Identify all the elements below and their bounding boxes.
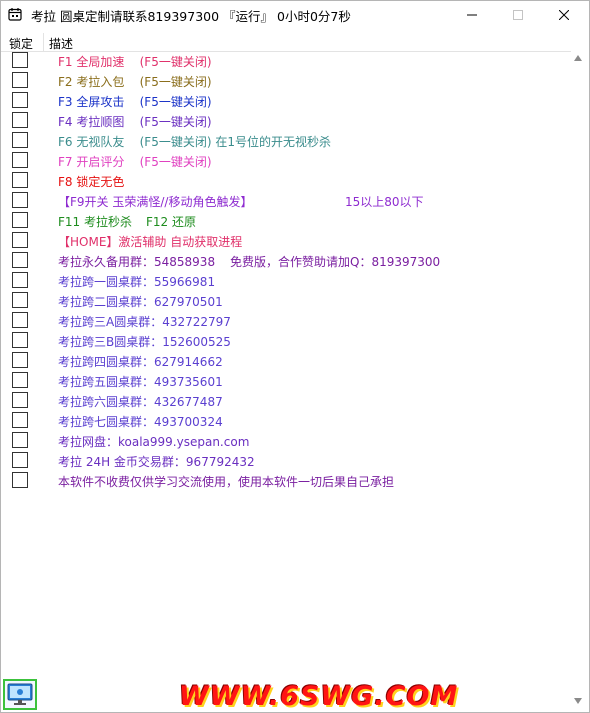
list-item[interactable]: F8 锁定无色	[1, 171, 571, 191]
lock-checkbox[interactable]	[12, 112, 28, 128]
list-item[interactable]: 本软件不收费仅供学习交流使用，使用本软件一切后果自己承担	[1, 471, 571, 491]
list-item[interactable]: F3 全屏攻击 (F5一键关闭)	[1, 91, 571, 111]
list-item[interactable]: 考拉跨六圆桌群：432677487	[1, 391, 571, 411]
lock-checkbox[interactable]	[12, 232, 28, 248]
lock-checkbox[interactable]	[12, 432, 28, 448]
column-header-lock[interactable]: 锁定	[9, 35, 33, 52]
lock-checkbox[interactable]	[12, 332, 28, 348]
item-text: 考拉跨七圆桌群：493700324	[58, 415, 223, 429]
item-text: 【HOME】激活辅助 自动获取进程	[58, 235, 243, 249]
lock-checkbox[interactable]	[12, 472, 28, 488]
item-text: F1 全局加速 (F5一键关闭)	[58, 55, 212, 69]
lock-checkbox[interactable]	[12, 292, 28, 308]
item-text: 考拉跨四圆桌群：627914662	[58, 355, 223, 369]
vertical-scrollbar[interactable]	[571, 51, 588, 711]
minimize-button[interactable]	[449, 1, 495, 29]
list-item[interactable]: 考拉 24H 金币交易群：967792432	[1, 451, 571, 471]
lock-checkbox[interactable]	[12, 52, 28, 68]
lock-checkbox[interactable]	[12, 252, 28, 268]
item-text: F2 考拉入包 (F5一键关闭)	[58, 75, 212, 89]
scroll-down-arrow-icon[interactable]	[574, 698, 582, 704]
minimize-icon	[467, 14, 477, 16]
lock-checkbox[interactable]	[12, 172, 28, 188]
item-text: 考拉永久备用群：54858938	[58, 255, 216, 269]
list-item[interactable]: 考拉永久备用群：54858938 免费版，合作赞助请加Q：819397300	[1, 251, 571, 271]
list-item[interactable]: 考拉跨四圆桌群：627914662	[1, 351, 571, 371]
list-item[interactable]: 考拉网盘：koala999.ysepan.com	[1, 431, 571, 451]
item-text: 考拉跨五圆桌群：493735601	[58, 375, 223, 389]
scroll-up-arrow-icon[interactable]	[574, 55, 582, 61]
lock-checkbox[interactable]	[12, 412, 28, 428]
column-divider[interactable]	[43, 33, 44, 51]
window-title: 考拉 圆桌定制请联系819397300 『运行』 0小时0分7秒	[31, 9, 351, 24]
lock-checkbox[interactable]	[12, 392, 28, 408]
item-text: 【F9开关 玉荣满怪//移动角色触发】	[58, 195, 253, 209]
item-text: 考拉 24H 金币交易群：967792432	[58, 455, 255, 469]
watermark-logo: WWW.6SWG.COM	[179, 681, 459, 712]
list-item[interactable]: 考拉跨七圆桌群：493700324	[1, 411, 571, 431]
list-header: 锁定 描述	[1, 33, 571, 52]
list-item[interactable]: 考拉跨三A圆桌群：432722797	[1, 311, 571, 331]
maximize-button[interactable]	[495, 1, 541, 29]
list-item[interactable]: F11 考拉秒杀 F12 还原	[1, 211, 571, 231]
feature-list: F1 全局加速 (F5一键关闭) F2 考拉入包 (F5一键关闭) F3 全屏攻…	[1, 51, 571, 491]
item-text: F3 全屏攻击 (F5一键关闭)	[58, 95, 212, 109]
monitor-icon	[7, 683, 33, 705]
calendar-icon	[8, 8, 22, 21]
lock-checkbox[interactable]	[12, 92, 28, 108]
app-window: 考拉 圆桌定制请联系819397300 『运行』 0小时0分7秒 锁定 描述 F…	[0, 0, 590, 713]
lock-checkbox[interactable]	[12, 272, 28, 288]
list-item[interactable]: 【HOME】激活辅助 自动获取进程	[1, 231, 571, 251]
item-text: 考拉跨一圆桌群：55966981	[58, 275, 216, 289]
item-text: F8 锁定无色	[58, 175, 125, 189]
list-item[interactable]: 考拉跨二圆桌群：627970501	[1, 291, 571, 311]
list-item[interactable]: F4 考拉顺图 (F5一键关闭)	[1, 111, 571, 131]
item-text: 考拉网盘：koala999.ysepan.com	[58, 435, 250, 449]
title-bar[interactable]: 考拉 圆桌定制请联系819397300 『运行』 0小时0分7秒	[1, 1, 589, 29]
item-text: 考拉跨三B圆桌群：152600525	[58, 335, 231, 349]
item-text-secondary: 免费版，合作赞助请加Q：819397300	[230, 255, 441, 269]
item-text: 本软件不收费仅供学习交流使用，使用本软件一切后果自己承担	[58, 475, 395, 489]
item-text: F6 无视队友 (F5一键关闭) 在1号位的开无视秒杀	[58, 135, 331, 149]
monitor-icon-button[interactable]	[3, 679, 37, 710]
lock-checkbox[interactable]	[12, 192, 28, 208]
lock-checkbox[interactable]	[12, 72, 28, 88]
close-icon	[559, 10, 569, 20]
item-text: F11 考拉秒杀	[58, 215, 132, 229]
item-text: F7 开启评分 (F5一键关闭)	[58, 155, 212, 169]
list-item[interactable]: 考拉跨一圆桌群：55966981	[1, 271, 571, 291]
list-item[interactable]: F2 考拉入包 (F5一键关闭)	[1, 71, 571, 91]
lock-checkbox[interactable]	[12, 212, 28, 228]
list-item[interactable]: F1 全局加速 (F5一键关闭)	[1, 51, 571, 71]
lock-checkbox[interactable]	[12, 132, 28, 148]
list-item[interactable]: F7 开启评分 (F5一键关闭)	[1, 151, 571, 171]
list-item[interactable]: 【F9开关 玉荣满怪//移动角色触发】 15以上80以下	[1, 191, 571, 211]
item-text: 考拉跨六圆桌群：432677487	[58, 395, 223, 409]
lock-checkbox[interactable]	[12, 452, 28, 468]
close-button[interactable]	[541, 1, 587, 29]
list-item[interactable]: 考拉跨三B圆桌群：152600525	[1, 331, 571, 351]
lock-checkbox[interactable]	[12, 372, 28, 388]
list-item[interactable]: 考拉跨五圆桌群：493735601	[1, 371, 571, 391]
column-header-desc[interactable]: 描述	[49, 35, 73, 52]
item-text-secondary: 15以上80以下	[345, 195, 424, 209]
maximize-icon	[513, 10, 523, 20]
item-text: 考拉跨三A圆桌群：432722797	[58, 315, 231, 329]
item-text-secondary: F12 还原	[146, 215, 196, 229]
item-text: F4 考拉顺图 (F5一键关闭)	[58, 115, 212, 129]
lock-checkbox[interactable]	[12, 152, 28, 168]
list-item[interactable]: F6 无视队友 (F5一键关闭) 在1号位的开无视秒杀	[1, 131, 571, 151]
lock-checkbox[interactable]	[12, 312, 28, 328]
item-text: 考拉跨二圆桌群：627970501	[58, 295, 223, 309]
lock-checkbox[interactable]	[12, 352, 28, 368]
